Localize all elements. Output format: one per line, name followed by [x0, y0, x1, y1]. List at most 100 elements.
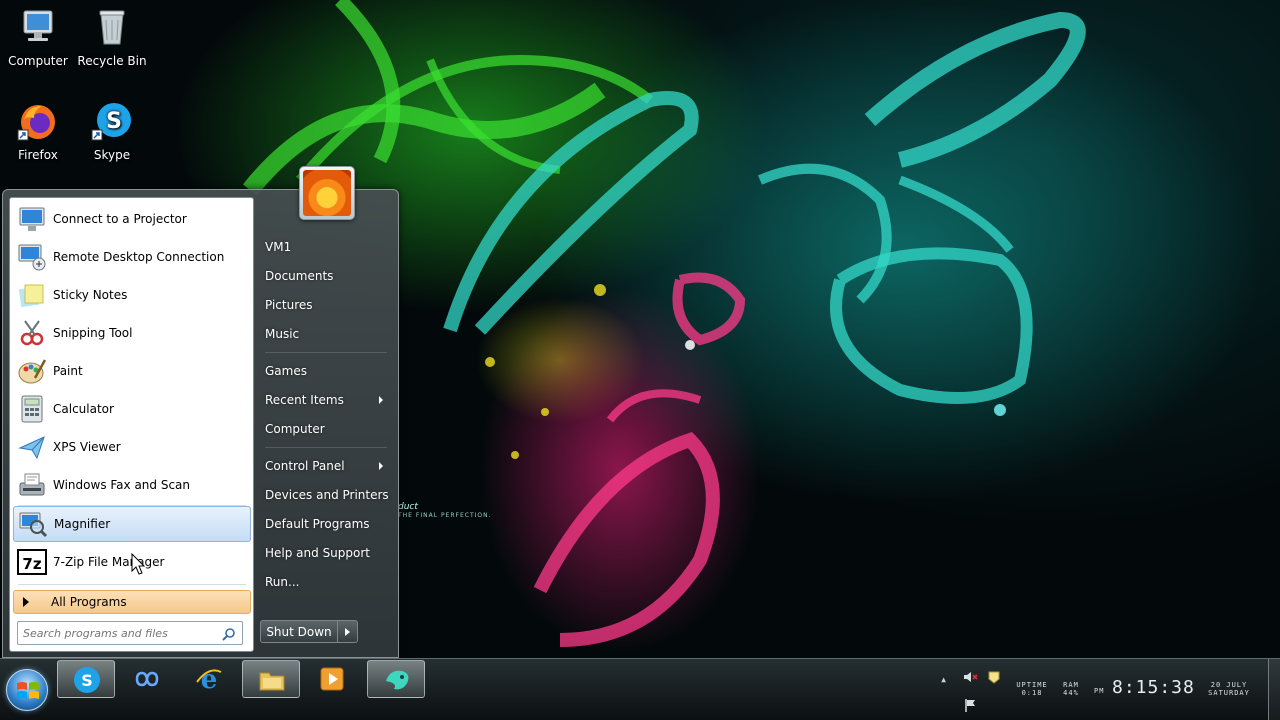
start-right-control-panel[interactable]: Control Panel — [261, 454, 391, 478]
triangle-right-icon — [23, 597, 29, 607]
desktop-icon-label: Recycle Bin — [77, 54, 147, 68]
clock-ampm: PM — [1094, 687, 1105, 695]
program-xps-viewer[interactable]: XPS Viewer — [13, 429, 251, 465]
desktop-icon-label: Skype — [93, 148, 131, 162]
ram-value: 44% — [1063, 689, 1079, 697]
clock-date[interactable]: 20 JULY SATURDAY — [1198, 681, 1260, 697]
shutdown-options-button[interactable] — [338, 620, 358, 643]
desktop-icon-label: Firefox — [18, 148, 58, 162]
firefox-icon — [16, 100, 60, 144]
clock-date-value: 20 JULY — [1210, 681, 1248, 689]
start-right-run[interactable]: Run... — [261, 570, 391, 594]
internet-explorer-icon: e — [196, 665, 222, 694]
submenu-arrow-icon — [379, 462, 383, 470]
fax-scan-icon — [17, 470, 47, 500]
all-programs-button[interactable]: All Programs — [13, 590, 251, 614]
ram-label: RAM — [1063, 681, 1079, 689]
search-input[interactable] — [23, 626, 223, 640]
desktop-icon-firefox[interactable]: Firefox — [0, 100, 76, 162]
start-right-computer[interactable]: Computer — [261, 417, 391, 441]
taskbar-skype-button[interactable]: S — [57, 660, 115, 698]
action-center-icon[interactable] — [986, 669, 1002, 685]
program-connect-projector[interactable]: Connect to a Projector — [13, 201, 251, 237]
flag-icon[interactable] — [962, 697, 978, 713]
svg-text:S: S — [81, 671, 93, 690]
program-label: Paint — [53, 364, 83, 378]
start-right-pictures[interactable]: Pictures — [261, 293, 391, 317]
program-remote-desktop[interactable]: Remote Desktop Connection — [13, 239, 251, 275]
start-right-devices-printers[interactable]: Devices and Printers — [261, 483, 391, 507]
uptime-widget: UPTIME 0:18 — [1012, 681, 1052, 697]
svg-text:S: S — [106, 109, 122, 134]
show-desktop-button[interactable] — [1268, 659, 1280, 720]
program-label: Magnifier — [54, 517, 111, 531]
uptime-label: UPTIME — [1016, 681, 1048, 689]
shutdown-button[interactable]: Shut Down — [260, 620, 338, 643]
program-label: Sticky Notes — [53, 288, 128, 302]
start-menu-programs-pane: Connect to a Projector Remote Desktop Co… — [9, 197, 254, 652]
start-right-label: Music — [265, 327, 300, 341]
taskbar-infinity-button[interactable] — [118, 660, 176, 698]
taskbar-media-player-button[interactable] — [303, 660, 361, 698]
search-box[interactable] — [17, 621, 243, 645]
program-label: Windows Fax and Scan — [53, 478, 191, 492]
computer-icon — [16, 6, 60, 50]
taskbar-explorer-button[interactable] — [242, 660, 300, 698]
uptime-value: 0:18 — [1021, 689, 1043, 697]
desktop-icon-recycle-bin[interactable]: Recycle Bin — [74, 6, 150, 68]
start-right-recent-items[interactable]: Recent Items — [261, 388, 391, 412]
program-snipping-tool[interactable]: Snipping Tool — [13, 315, 251, 351]
svg-text:7z: 7z — [22, 555, 41, 573]
flower-icon — [303, 170, 351, 216]
program-calculator[interactable]: Calculator — [13, 391, 251, 427]
7zip-icon: 7z — [17, 547, 47, 577]
recycle-bin-icon — [90, 6, 134, 50]
divider — [265, 352, 387, 353]
start-button[interactable] — [6, 669, 48, 711]
tray-expand-icon[interactable]: ▴ — [940, 672, 947, 686]
desktop-icon-computer[interactable]: Computer — [0, 6, 76, 68]
media-player-icon — [320, 667, 344, 691]
program-paint[interactable]: Paint — [13, 353, 251, 389]
program-magnifier[interactable]: Magnifier — [13, 506, 251, 542]
start-right-help-support[interactable]: Help and Support — [261, 541, 391, 565]
start-right-user[interactable]: VM1 — [261, 235, 391, 259]
skype-icon: S — [74, 667, 100, 693]
start-right-documents[interactable]: Documents — [261, 264, 391, 288]
start-right-label: Control Panel — [265, 459, 345, 473]
start-right-default-programs[interactable]: Default Programs — [261, 512, 391, 536]
start-right-label: Help and Support — [265, 546, 370, 560]
start-right-games[interactable]: Games — [261, 359, 391, 383]
start-right-label: Devices and Printers — [265, 488, 389, 502]
desktop-icon-label: Computer — [8, 54, 68, 68]
start-right-label: Documents — [265, 269, 334, 283]
snipping-tool-icon — [17, 318, 47, 348]
program-sticky-notes[interactable]: Sticky Notes — [13, 277, 251, 313]
divider — [18, 584, 246, 585]
remote-desktop-icon — [17, 242, 47, 272]
sticky-notes-icon — [17, 280, 47, 310]
divider — [265, 447, 387, 448]
taskbar-ie-button[interactable]: e — [180, 660, 238, 698]
magnifier-icon — [18, 509, 48, 539]
wallpaper-caption-subtitle: THE FINAL PERFECTION. — [398, 512, 492, 519]
program-fax-scan[interactable]: Windows Fax and Scan — [13, 467, 251, 503]
start-menu: Connect to a Projector Remote Desktop Co… — [2, 166, 399, 658]
desktop-icon-skype[interactable]: S Skype — [74, 100, 150, 162]
start-right-label: Games — [265, 364, 307, 378]
file-explorer-icon — [259, 672, 285, 691]
user-account-picture[interactable] — [299, 166, 355, 220]
volume-muted-icon[interactable] — [962, 669, 978, 685]
start-right-music[interactable]: Music — [261, 322, 391, 346]
windows-logo-icon — [17, 682, 39, 699]
program-label: Remote Desktop Connection — [53, 250, 225, 264]
calculator-icon — [17, 394, 47, 424]
mouse-cursor-icon — [131, 553, 146, 575]
search-icon[interactable] — [222, 627, 236, 641]
taskbar-app-button[interactable] — [367, 660, 425, 698]
program-label: XPS Viewer — [53, 440, 121, 454]
app-bird-icon — [386, 670, 409, 690]
start-right-label: Default Programs — [265, 517, 370, 531]
clock-time[interactable]: 8:15:38 — [1112, 677, 1195, 698]
program-label: Connect to a Projector — [53, 212, 187, 226]
